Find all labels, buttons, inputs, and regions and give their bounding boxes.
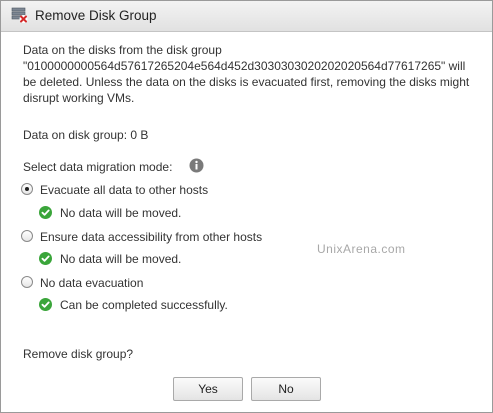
message-line: disrupt working VMs. [23, 91, 135, 105]
message-line: be deleted. Unless the data on the disks… [23, 75, 470, 89]
option-status-text: No data will be moved. [60, 252, 182, 266]
radio-option-label: No data evacuation [40, 276, 144, 290]
option-status-text: Can be completed successfully. [60, 298, 228, 312]
message-line: Data on the disks from the disk group [23, 43, 222, 57]
radio-button[interactable] [21, 276, 33, 288]
green-check-icon [39, 298, 52, 311]
radio-option-label: Evacuate all data to other hosts [40, 183, 209, 197]
dialog-content: Data on the disks from the disk group "0… [21, 31, 478, 412]
migration-mode-label: Select data migration mode: [23, 160, 173, 174]
radio-button[interactable] [21, 230, 33, 242]
yes-button[interactable]: Yes [173, 377, 243, 401]
message-line: "0100000000564d57617265204e564d452d30303… [23, 59, 466, 73]
remove-disk-group-dialog: Remove Disk Group Data on the disks from… [0, 0, 493, 413]
radio-option-ensure-accessibility[interactable]: Ensure data accessibility from other hos… [21, 229, 271, 245]
dialog-titlebar: Remove Disk Group [1, 1, 492, 32]
radio-option-evacuate-all[interactable]: Evacuate all data to other hosts [21, 182, 221, 198]
option-status-text: No data will be moved. [60, 206, 182, 220]
info-icon[interactable] [189, 158, 204, 173]
watermark: UnixArena.com [317, 242, 406, 256]
disk-group-remove-icon [11, 7, 28, 23]
no-button[interactable]: No [251, 377, 321, 401]
data-on-disk-group: Data on disk group: 0 B [23, 128, 149, 142]
green-check-icon [39, 206, 52, 219]
dialog-title: Remove Disk Group [35, 8, 157, 23]
radio-option-no-evacuation[interactable]: No data evacuation [21, 275, 161, 291]
green-check-icon [39, 252, 52, 265]
warning-message: Data on the disks from the disk group "0… [23, 42, 478, 106]
radio-option-label: Ensure data accessibility from other hos… [40, 230, 263, 244]
confirm-question: Remove disk group? [23, 347, 134, 361]
radio-button[interactable] [21, 183, 33, 195]
